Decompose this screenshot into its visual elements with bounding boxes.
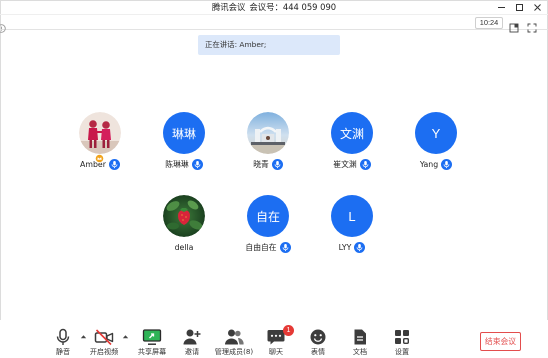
avatar bbox=[79, 112, 121, 164]
avatar-photo bbox=[247, 112, 289, 154]
manage-members-label: 管理成员(8) bbox=[214, 347, 254, 356]
avatar-initials: 自在 bbox=[247, 195, 289, 237]
avatar bbox=[247, 112, 289, 154]
mic-icon bbox=[279, 242, 291, 253]
settings-button[interactable]: 设置 bbox=[379, 328, 425, 356]
microphone-icon bbox=[56, 328, 70, 345]
meeting-timer: 10:24 bbox=[475, 17, 503, 29]
speaking-indicator: 正在讲话: Amber; bbox=[198, 35, 340, 55]
mic-icon bbox=[354, 242, 366, 253]
participant-name: 陈琳琳 bbox=[165, 160, 189, 169]
unread-badge: 1 bbox=[283, 325, 294, 336]
chat-label: 聊天 bbox=[268, 347, 284, 356]
members-icon bbox=[225, 329, 244, 345]
invite-label: 邀请 bbox=[184, 347, 200, 356]
avatar-initials: Y bbox=[415, 112, 457, 154]
document-icon bbox=[354, 329, 366, 345]
manage-members-button[interactable]: 管理成员(8) bbox=[211, 328, 257, 356]
participant-name-row: 陈琳琳 bbox=[139, 159, 229, 170]
participant-tile[interactable]: 文渊 崔文渊 bbox=[307, 112, 397, 170]
avatar-initials: 琳琳 bbox=[163, 112, 205, 154]
settings-label: 设置 bbox=[394, 347, 410, 356]
participant-name-row: 晓青 bbox=[223, 159, 313, 170]
participant-name-row: della bbox=[139, 242, 229, 253]
avatar-photo bbox=[163, 195, 205, 237]
participant-tile[interactable]: 自在 自由自在 bbox=[223, 195, 313, 253]
settings-icon bbox=[395, 330, 409, 344]
fullscreen-icon[interactable] bbox=[527, 18, 537, 33]
end-meeting-button[interactable]: 结束会议 bbox=[480, 332, 521, 351]
avatar bbox=[163, 195, 205, 237]
start-video-button[interactable]: 开启视频 bbox=[81, 328, 127, 356]
share-screen-icon bbox=[142, 329, 162, 345]
emoji-icon bbox=[310, 329, 326, 345]
emoji-label: 表情 bbox=[310, 347, 326, 356]
participant-name: Yang bbox=[419, 160, 439, 169]
participant-tile[interactable]: della bbox=[139, 195, 229, 253]
participant-tile[interactable]: L LYY bbox=[307, 195, 397, 253]
mic-icon bbox=[359, 159, 371, 170]
emoji-button[interactable]: 表情 bbox=[295, 328, 341, 356]
participant-name: 晓青 bbox=[253, 160, 269, 169]
chat-button[interactable]: 1 聊天 bbox=[253, 325, 299, 356]
mic-icon bbox=[441, 159, 453, 170]
app-title: 腾讯会议 bbox=[211, 2, 246, 12]
mic-icon bbox=[108, 159, 120, 170]
participant-name: 崔文渊 bbox=[333, 160, 357, 169]
participant-name: LYY bbox=[338, 243, 352, 252]
maximize-icon[interactable] bbox=[514, 2, 524, 12]
participant-tile[interactable]: Amber bbox=[55, 112, 145, 170]
avatar: Y bbox=[415, 112, 457, 154]
status-icon[interactable] bbox=[0, 18, 6, 33]
mute-button[interactable]: 静音 bbox=[40, 328, 86, 356]
close-icon[interactable] bbox=[532, 2, 542, 12]
avatar: 文渊 bbox=[331, 112, 373, 154]
participant-tile[interactable]: 琳琳 陈琳琳 bbox=[139, 112, 229, 170]
documents-button[interactable]: 文档 bbox=[337, 328, 383, 356]
participant-name: della bbox=[174, 243, 194, 252]
meeting-window: 腾讯会议会议号：444 059 090 10:24 正在讲话: Amber; bbox=[0, 0, 548, 358]
mic-icon bbox=[191, 159, 203, 170]
layout-icon[interactable] bbox=[509, 18, 519, 33]
meeting-id: 会议号：444 059 090 bbox=[249, 2, 337, 12]
documents-label: 文档 bbox=[352, 347, 368, 356]
participant-tile[interactable]: 晓青 bbox=[223, 112, 313, 170]
participant-name-row: 自由自在 bbox=[223, 242, 313, 253]
avatar-initials: 文渊 bbox=[331, 112, 373, 154]
chevron-up-icon[interactable] bbox=[122, 334, 129, 339]
avatar: 琳琳 bbox=[163, 112, 205, 154]
avatar-initials: L bbox=[331, 195, 373, 237]
minimize-icon[interactable] bbox=[496, 2, 506, 12]
meeting-info-bar bbox=[0, 14, 548, 30]
title-bar: 腾讯会议 会议号：444 059 090 bbox=[0, 0, 548, 14]
invite-button[interactable]: 邀请 bbox=[169, 328, 215, 356]
participant-tile[interactable]: Y Yang bbox=[391, 112, 481, 170]
avatar: 自在 bbox=[247, 195, 289, 237]
start-video-label: 开启视频 bbox=[89, 347, 119, 356]
window-title: 腾讯会议 会议号：444 059 090 bbox=[0, 1, 548, 13]
host-icon bbox=[94, 148, 105, 164]
participant-name-row: Yang bbox=[391, 159, 481, 170]
avatar: L bbox=[331, 195, 373, 237]
participant-name-row: LYY bbox=[307, 242, 397, 253]
participant-name-row: 崔文渊 bbox=[307, 159, 397, 170]
participant-name: 自由自在 bbox=[245, 243, 277, 252]
mic-icon bbox=[271, 159, 283, 170]
invite-icon bbox=[183, 329, 201, 345]
video-off-icon bbox=[94, 329, 114, 346]
mute-label: 静音 bbox=[55, 347, 71, 356]
